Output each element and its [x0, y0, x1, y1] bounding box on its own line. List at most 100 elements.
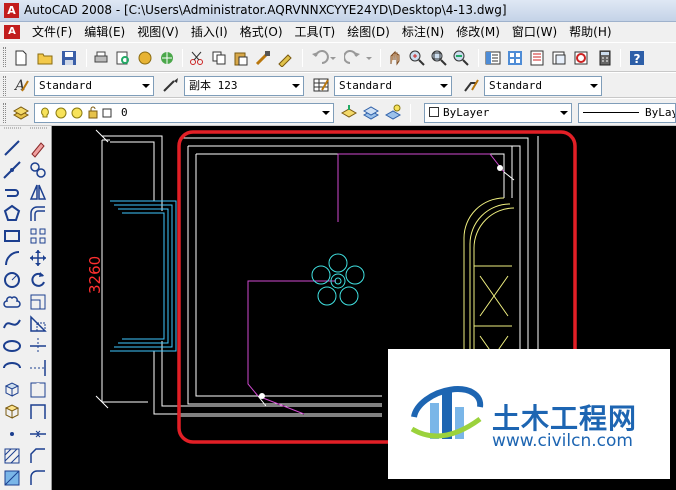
plot-icon[interactable]	[92, 49, 110, 67]
trim-icon[interactable]	[28, 336, 48, 356]
make-object-layer-current-icon[interactable]	[340, 103, 358, 121]
zoom-previous-icon[interactable]	[452, 49, 470, 67]
3d-dwf-icon[interactable]	[158, 49, 176, 67]
color-dropdown[interactable]: ByLayer	[424, 103, 572, 123]
chamfer-icon[interactable]	[28, 446, 48, 466]
circle-icon[interactable]	[2, 270, 22, 290]
gradient-icon[interactable]	[2, 468, 22, 488]
zoom-realtime-icon[interactable]	[408, 49, 426, 67]
toolbar-grip[interactable]	[3, 76, 6, 96]
break-at-point-icon[interactable]	[28, 380, 48, 400]
toolbar-grip[interactable]	[3, 47, 6, 67]
menu-modify[interactable]: 修改(M)	[450, 24, 506, 40]
insert-block-icon[interactable]	[2, 380, 22, 400]
menu-insert[interactable]: 插入(I)	[185, 24, 234, 40]
erase-icon[interactable]	[28, 138, 48, 158]
dropdown-arrow-icon[interactable]	[289, 77, 303, 95]
layers-toolbar: 0 ByLayer ByLay	[0, 98, 676, 126]
array-icon[interactable]	[28, 226, 48, 246]
table-style-dropdown[interactable]: Standard	[334, 76, 452, 96]
rotate-icon[interactable]	[28, 270, 48, 290]
block-editor-icon[interactable]	[276, 49, 294, 67]
menu-format[interactable]: 格式(O)	[234, 24, 289, 40]
color-value: ByLayer	[443, 106, 490, 119]
document-icon[interactable]: A	[4, 25, 20, 39]
menu-window[interactable]: 窗口(W)	[506, 24, 563, 40]
polygon-icon[interactable]	[2, 204, 22, 224]
copy-icon[interactable]	[210, 49, 228, 67]
table-style-icon[interactable]	[312, 76, 330, 94]
hatch-icon[interactable]	[2, 446, 22, 466]
new-file-icon[interactable]	[12, 49, 30, 67]
make-block-icon[interactable]	[2, 402, 22, 422]
publish-icon[interactable]	[136, 49, 154, 67]
scale-icon[interactable]	[28, 292, 48, 312]
layer-states-icon[interactable]	[384, 103, 402, 121]
cut-icon[interactable]	[188, 49, 206, 67]
sheet-set-manager-icon[interactable]	[550, 49, 568, 67]
text-style-dropdown[interactable]: Standard	[34, 76, 154, 96]
menu-help[interactable]: 帮助(H)	[563, 24, 617, 40]
properties-icon[interactable]	[484, 49, 502, 67]
layer-properties-manager-icon[interactable]	[12, 103, 30, 121]
spline-icon[interactable]	[2, 314, 22, 334]
pan-realtime-icon[interactable]	[386, 49, 404, 67]
construction-line-icon[interactable]	[2, 160, 22, 180]
line-icon[interactable]	[2, 138, 22, 158]
point-icon[interactable]	[2, 424, 22, 444]
stretch-icon[interactable]	[28, 314, 48, 334]
join-icon[interactable]	[28, 424, 48, 444]
match-properties-icon[interactable]	[254, 49, 272, 67]
dimension-style-icon[interactable]	[162, 76, 180, 94]
tool-palettes-icon[interactable]	[528, 49, 546, 67]
table-style-value: Standard	[339, 79, 392, 92]
offset-icon[interactable]	[28, 204, 48, 224]
copy-object-icon[interactable]	[28, 160, 48, 180]
dropdown-arrow-icon[interactable]	[319, 104, 333, 122]
help-icon[interactable]: ?	[628, 49, 646, 67]
autocad-app-icon[interactable]: A	[4, 3, 19, 18]
rectangle-icon[interactable]	[2, 226, 22, 246]
paste-icon[interactable]	[232, 49, 250, 67]
fillet-icon[interactable]	[28, 468, 48, 488]
design-center-icon[interactable]	[506, 49, 524, 67]
window-title: AutoCAD 2008 - [C:\Users\Administrator.A…	[24, 3, 507, 17]
dropdown-arrow-icon[interactable]	[139, 77, 153, 95]
plot-preview-icon[interactable]	[114, 49, 132, 67]
save-icon[interactable]	[60, 49, 78, 67]
open-folder-icon[interactable]	[36, 49, 54, 67]
arc-icon[interactable]	[2, 248, 22, 268]
multileader-style-icon[interactable]	[462, 76, 480, 94]
layer-previous-icon[interactable]	[362, 103, 380, 121]
dropdown-arrow-icon[interactable]	[587, 77, 601, 95]
menu-tools[interactable]: 工具(T)	[289, 24, 342, 40]
ellipse-icon[interactable]	[2, 336, 22, 356]
menu-dimension[interactable]: 标注(N)	[396, 24, 450, 40]
mirror-icon[interactable]	[28, 182, 48, 202]
toolbar-grip[interactable]	[3, 103, 6, 123]
menu-file[interactable]: 文件(F)	[26, 24, 78, 40]
dropdown-arrow-icon[interactable]	[557, 104, 571, 122]
move-icon[interactable]	[28, 248, 48, 268]
markup-set-manager-icon[interactable]	[572, 49, 590, 67]
text-style-value: Standard	[39, 79, 92, 92]
zoom-window-icon[interactable]	[430, 49, 448, 67]
undo-icon[interactable]	[308, 49, 338, 67]
multileader-style-dropdown[interactable]: Standard	[484, 76, 602, 96]
menu-draw[interactable]: 绘图(D)	[341, 24, 396, 40]
quickcalc-icon[interactable]	[596, 49, 614, 67]
dropdown-arrow-icon[interactable]	[437, 77, 451, 95]
polyline-icon[interactable]	[2, 182, 22, 202]
dimension-style-dropdown[interactable]: 副本 123	[184, 76, 304, 96]
ceiling-lamp-fixture	[311, 253, 365, 306]
ellipse-arc-icon[interactable]	[2, 358, 22, 378]
menu-edit[interactable]: 编辑(E)	[78, 24, 131, 40]
linetype-dropdown[interactable]: ByLay	[578, 103, 676, 123]
text-style-icon[interactable]: A	[12, 76, 30, 94]
menu-view[interactable]: 视图(V)	[131, 24, 185, 40]
layer-dropdown[interactable]: 0	[34, 103, 334, 123]
extend-icon[interactable]	[28, 358, 48, 378]
revision-cloud-icon[interactable]	[2, 292, 22, 312]
redo-icon[interactable]	[344, 49, 374, 67]
break-icon[interactable]	[28, 402, 48, 422]
